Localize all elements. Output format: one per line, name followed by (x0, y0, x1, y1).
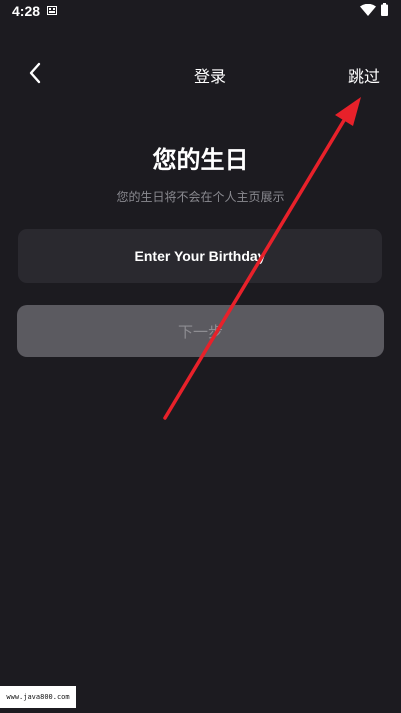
watermark: www.java800.com (0, 686, 76, 708)
battery-icon (381, 3, 388, 16)
notification-icon (47, 6, 57, 15)
back-button[interactable] (22, 59, 48, 87)
status-bar: 4:28 (0, 0, 401, 24)
nav-title: 登录 (193, 67, 226, 86)
page-title: 您的生日 (152, 146, 249, 174)
birthday-field[interactable]: Enter Your Birthday (18, 229, 382, 283)
page-subtitle: 您的生日将不会在个人主页展示 (116, 190, 285, 204)
wifi-icon (360, 4, 376, 16)
next-button-label: 下一步 (177, 322, 223, 341)
next-button[interactable]: 下一步 (17, 305, 384, 357)
chevron-left-icon (29, 62, 41, 84)
birthday-field-label: Enter Your Birthday (134, 248, 266, 264)
birthday-screen: 4:28 登录 跳过 您的生日 您的生日将不会在个人主页展示 Enter You… (0, 0, 401, 713)
status-time: 4:28 (12, 3, 41, 19)
skip-button[interactable]: 跳过 (340, 63, 388, 87)
